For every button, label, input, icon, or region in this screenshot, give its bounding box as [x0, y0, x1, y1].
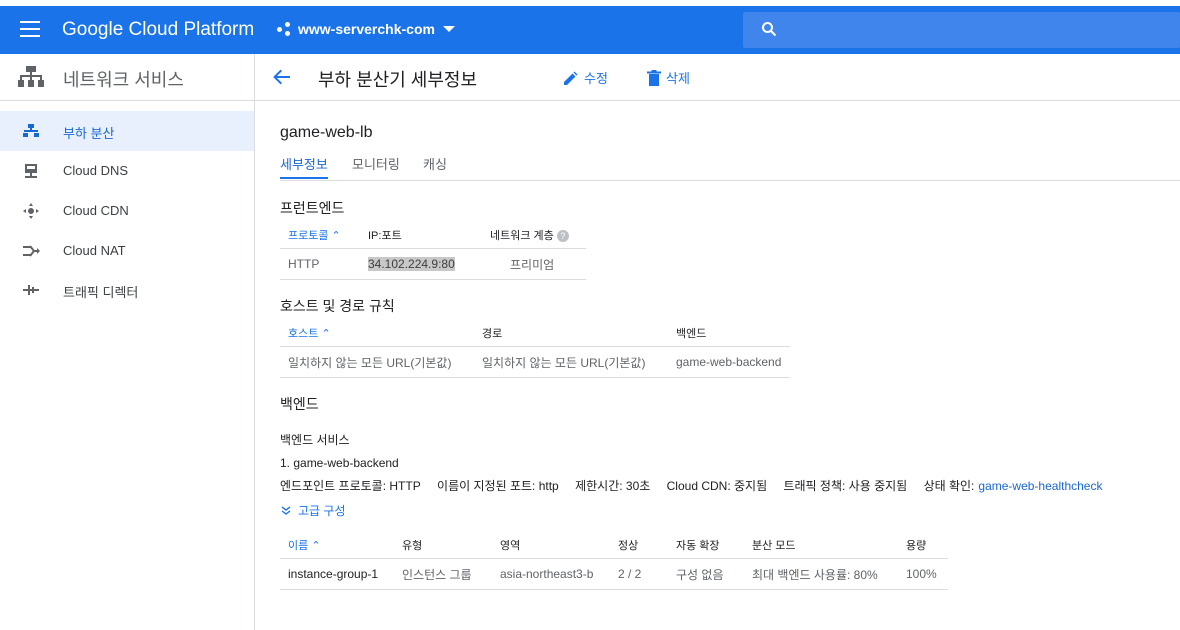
trash-icon [647, 69, 661, 86]
column-header-path: 경로 [474, 319, 668, 347]
project-selector[interactable]: www-serverchk-com [277, 21, 455, 37]
tab-caching[interactable]: 캐싱 [423, 154, 447, 173]
pencil-icon [564, 71, 578, 85]
delete-button[interactable]: 삭제 [647, 68, 690, 87]
host-rules-table: 호스트 ⌃ 경로 백엔드 일치하지 않는 모든 URL(기본값) 일치하지 않는… [280, 319, 790, 378]
sidebar-item-label: 부하 분산 [63, 126, 115, 141]
sidebar-item-load-balancing[interactable]: 부하 분산 [0, 111, 254, 151]
table-header-row: 이름 ⌃ 유형 영역 정상 자동 확장 분산 모드 용량 [280, 531, 948, 559]
cell-host: 일치하지 않는 모든 URL(기본값) [280, 346, 474, 378]
sidebar-item-label: Cloud CDN [63, 203, 129, 218]
endpoint-protocol: 엔드포인트 프로토콜: HTTP [280, 479, 421, 493]
cell-network-tier: 프리미엄 [482, 248, 586, 280]
health-check-link[interactable]: game-web-healthcheck [978, 479, 1102, 493]
sidebar-item-traffic-director[interactable]: 트래픽 디렉터 [0, 270, 254, 310]
table-row: 일치하지 않는 모든 URL(기본값) 일치하지 않는 모든 URL(기본값) … [280, 346, 790, 378]
cell-healthy: 2 / 2 [610, 558, 668, 590]
cell-path: 일치하지 않는 모든 URL(기본값) [474, 346, 668, 378]
column-header-autoscaling: 자동 확장 [668, 531, 744, 559]
table-header-row: 호스트 ⌃ 경로 백엔드 [280, 319, 790, 347]
backend-instance-table: 이름 ⌃ 유형 영역 정상 자동 확장 분산 모드 용량 instance-gr… [280, 531, 948, 590]
cell-ip-port: 34.102.224.9:80 [360, 248, 482, 280]
tab-details[interactable]: 세부정보 [280, 154, 328, 173]
cell-name: instance-group-1 [280, 558, 394, 590]
cell-autoscaling: 구성 없음 [668, 558, 744, 590]
host-rules-section-title: 호스트 및 경로 규칙 [280, 298, 395, 314]
edit-label: 수정 [584, 71, 608, 86]
network-services-icon [18, 66, 44, 87]
tab-monitoring[interactable]: 모니터링 [352, 154, 400, 173]
column-header-zone: 영역 [492, 531, 610, 559]
tab-bar: 세부정보 모니터링 캐싱 [280, 152, 1180, 181]
frontend-section-title: 프런트엔드 [280, 200, 345, 216]
app-brand[interactable]: Google Cloud Platform [62, 19, 254, 41]
cdn-status: Cloud CDN: 중지됨 [666, 479, 768, 493]
column-header-host[interactable]: 호스트 ⌃ [280, 319, 474, 347]
backend-service-name: 1. game-web-backend [280, 456, 399, 470]
back-arrow-icon[interactable] [273, 68, 291, 86]
column-header-network-tier: 네트워크 계층 ? [482, 221, 586, 249]
timeout: 제한시간: 30초 [575, 479, 651, 493]
sidebar-header: 네트워크 서비스 [0, 54, 254, 101]
column-header-healthy: 정상 [610, 531, 668, 559]
edit-button[interactable]: 수정 [563, 68, 608, 87]
project-name: www-serverchk-com [298, 21, 435, 37]
column-header-backend: 백엔드 [668, 319, 790, 347]
page-title: 부하 분산기 세부정보 [318, 70, 478, 90]
cell-balancing-mode: 최대 백엔드 사용률: 80% [744, 558, 898, 590]
table-row: HTTP 34.102.224.9:80 프리미엄 [280, 248, 586, 280]
cell-zone: asia-northeast3-b [492, 558, 610, 590]
hamburger-menu-icon[interactable] [20, 21, 40, 39]
table-header-row: 프로토콜 ⌃ IP:포트 네트워크 계층 ? [280, 221, 586, 249]
backend-service-title: 백엔드 서비스 [280, 433, 350, 447]
delete-label: 삭제 [666, 71, 690, 86]
search-icon [762, 22, 777, 37]
top-app-bar: Google Cloud Platform www-serverchk-com [0, 6, 1180, 54]
advanced-config-toggle[interactable]: 고급 구성 [280, 502, 346, 519]
chevron-double-down-icon [281, 505, 291, 515]
cell-backend: game-web-backend [668, 346, 790, 378]
sidebar: 네트워크 서비스 부하 분산 Cloud DNS Cloud CDN Cloud… [0, 54, 255, 630]
sidebar-item-cloud-nat[interactable]: Cloud NAT [0, 231, 254, 271]
load-balancer-name: game-web-lb [280, 124, 373, 141]
advanced-config-label: 고급 구성 [298, 504, 346, 518]
help-icon[interactable]: ? [556, 229, 569, 242]
sort-ascending-icon: ⌃ [331, 229, 341, 242]
column-header-protocol[interactable]: 프로토콜 ⌃ [280, 221, 360, 249]
dns-icon [25, 164, 37, 178]
cell-protocol: HTTP [280, 248, 360, 280]
sidebar-item-cloud-dns[interactable]: Cloud DNS [0, 151, 254, 191]
sidebar-title: 네트워크 서비스 [63, 70, 184, 90]
column-header-name[interactable]: 이름 ⌃ [280, 531, 394, 559]
backend-service-meta: 엔드포인트 프로토콜: HTTP 이름이 지정된 포트: http 제한시간: … [280, 477, 1115, 494]
page-header: 부하 분산기 세부정보 수정 삭제 [255, 54, 1180, 101]
sidebar-item-cloud-cdn[interactable]: Cloud CDN [0, 191, 254, 231]
load-balancing-icon [23, 124, 39, 137]
cell-capacity: 100% [898, 558, 948, 590]
column-header-type: 유형 [394, 531, 492, 559]
sidebar-item-label: Cloud DNS [63, 163, 129, 178]
sort-ascending-icon: ⌃ [321, 327, 331, 340]
column-header-ip-port: IP:포트 [360, 221, 482, 249]
active-tab-indicator [280, 177, 328, 179]
sort-ascending-icon: ⌃ [311, 539, 321, 552]
nat-icon [23, 245, 40, 257]
search-bar[interactable] [743, 12, 1180, 48]
column-header-capacity: 용량 [898, 531, 948, 559]
caret-down-icon [442, 26, 455, 32]
frontend-table: 프로토콜 ⌃ IP:포트 네트워크 계층 ? HTTP 34.102.224.9… [280, 221, 586, 280]
traffic-policy: 트래픽 정책: 사용 중지됨 [783, 479, 908, 493]
named-port: 이름이 지정된 포트: http [437, 479, 559, 493]
cell-type: 인스턴스 그룹 [394, 558, 492, 590]
traffic-director-icon [23, 285, 39, 295]
column-header-balancing-mode: 분산 모드 [744, 531, 898, 559]
sidebar-item-label: 트래픽 디렉터 [63, 285, 139, 300]
table-row: instance-group-1 인스턴스 그룹 asia-northeast3… [280, 558, 948, 590]
project-dots-icon [277, 22, 291, 36]
backend-section-title: 백엔드 [280, 396, 319, 412]
health-check-label: 상태 확인: [923, 479, 975, 493]
sidebar-item-label: Cloud NAT [63, 243, 126, 258]
cdn-icon [23, 203, 39, 219]
